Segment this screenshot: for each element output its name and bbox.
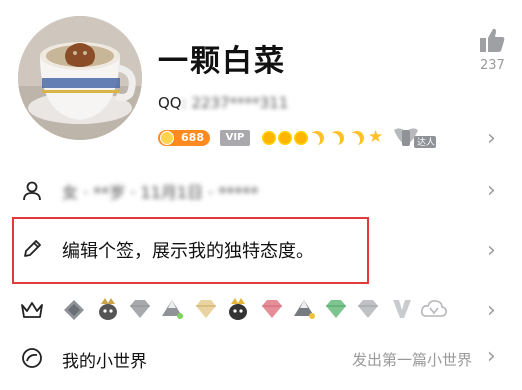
crown-icon: [21, 302, 43, 318]
daren-label: 达人: [417, 138, 436, 148]
person-icon: [23, 181, 41, 201]
profile-name: 一颗白菜: [158, 44, 286, 79]
medal-icon: [421, 300, 447, 317]
medal-icon: [162, 300, 183, 319]
chevron-right-icon[interactable]: ›: [487, 346, 496, 368]
chevron-right-icon[interactable]: ›: [487, 240, 496, 262]
coffee-cup-photo: [18, 16, 142, 140]
chevron-right-icon[interactable]: ›: [487, 128, 496, 150]
daren-badge[interactable]: 达人: [392, 124, 438, 150]
avatar[interactable]: [18, 16, 142, 140]
qq-masked-value: : 2237****311: [181, 94, 289, 112]
medal-icon: [99, 298, 117, 320]
medal-icon: [64, 300, 84, 320]
small-world-icon: [22, 348, 42, 368]
personal-info-masked: 女 · **岁 · 11月1日 · *****: [62, 183, 259, 202]
level-badge[interactable]: 688: [158, 130, 210, 146]
chevron-right-icon[interactable]: ›: [487, 300, 496, 322]
medal-icon: [294, 300, 315, 319]
medal-icon: [229, 298, 247, 320]
qq-prefix: QQ: [158, 94, 182, 112]
sun-icon: [294, 131, 308, 145]
moon-icon: [310, 131, 324, 145]
signature-placeholder[interactable]: 编辑个签，展示我的独特态度。: [62, 237, 314, 263]
star-icon: ★: [368, 127, 384, 147]
qq-number: QQ: 2237****311: [158, 94, 288, 112]
medal-icon: [196, 300, 216, 318]
post-first-world-link[interactable]: 发出第一篇小世界: [352, 349, 472, 370]
moon-icon: [350, 131, 364, 145]
pencil-icon: [24, 240, 41, 257]
like-count: 237: [480, 58, 505, 73]
my-small-world-label[interactable]: 我的小世界: [62, 347, 147, 372]
coin-icon: [160, 131, 174, 145]
thumbs-up-icon[interactable]: [478, 26, 506, 54]
medal-icon: [130, 300, 150, 318]
level-badge-value: 688: [181, 131, 204, 144]
chevron-right-icon[interactable]: ›: [487, 180, 496, 202]
medal-icon: [358, 300, 378, 318]
vip-badge[interactable]: VIP: [220, 130, 250, 146]
sun-icon: [278, 131, 292, 145]
medal-icon: [326, 300, 346, 318]
medal-icon: [393, 300, 411, 318]
moon-icon: [330, 131, 344, 145]
medal-icon: [262, 300, 282, 318]
sun-icon: [262, 131, 276, 145]
